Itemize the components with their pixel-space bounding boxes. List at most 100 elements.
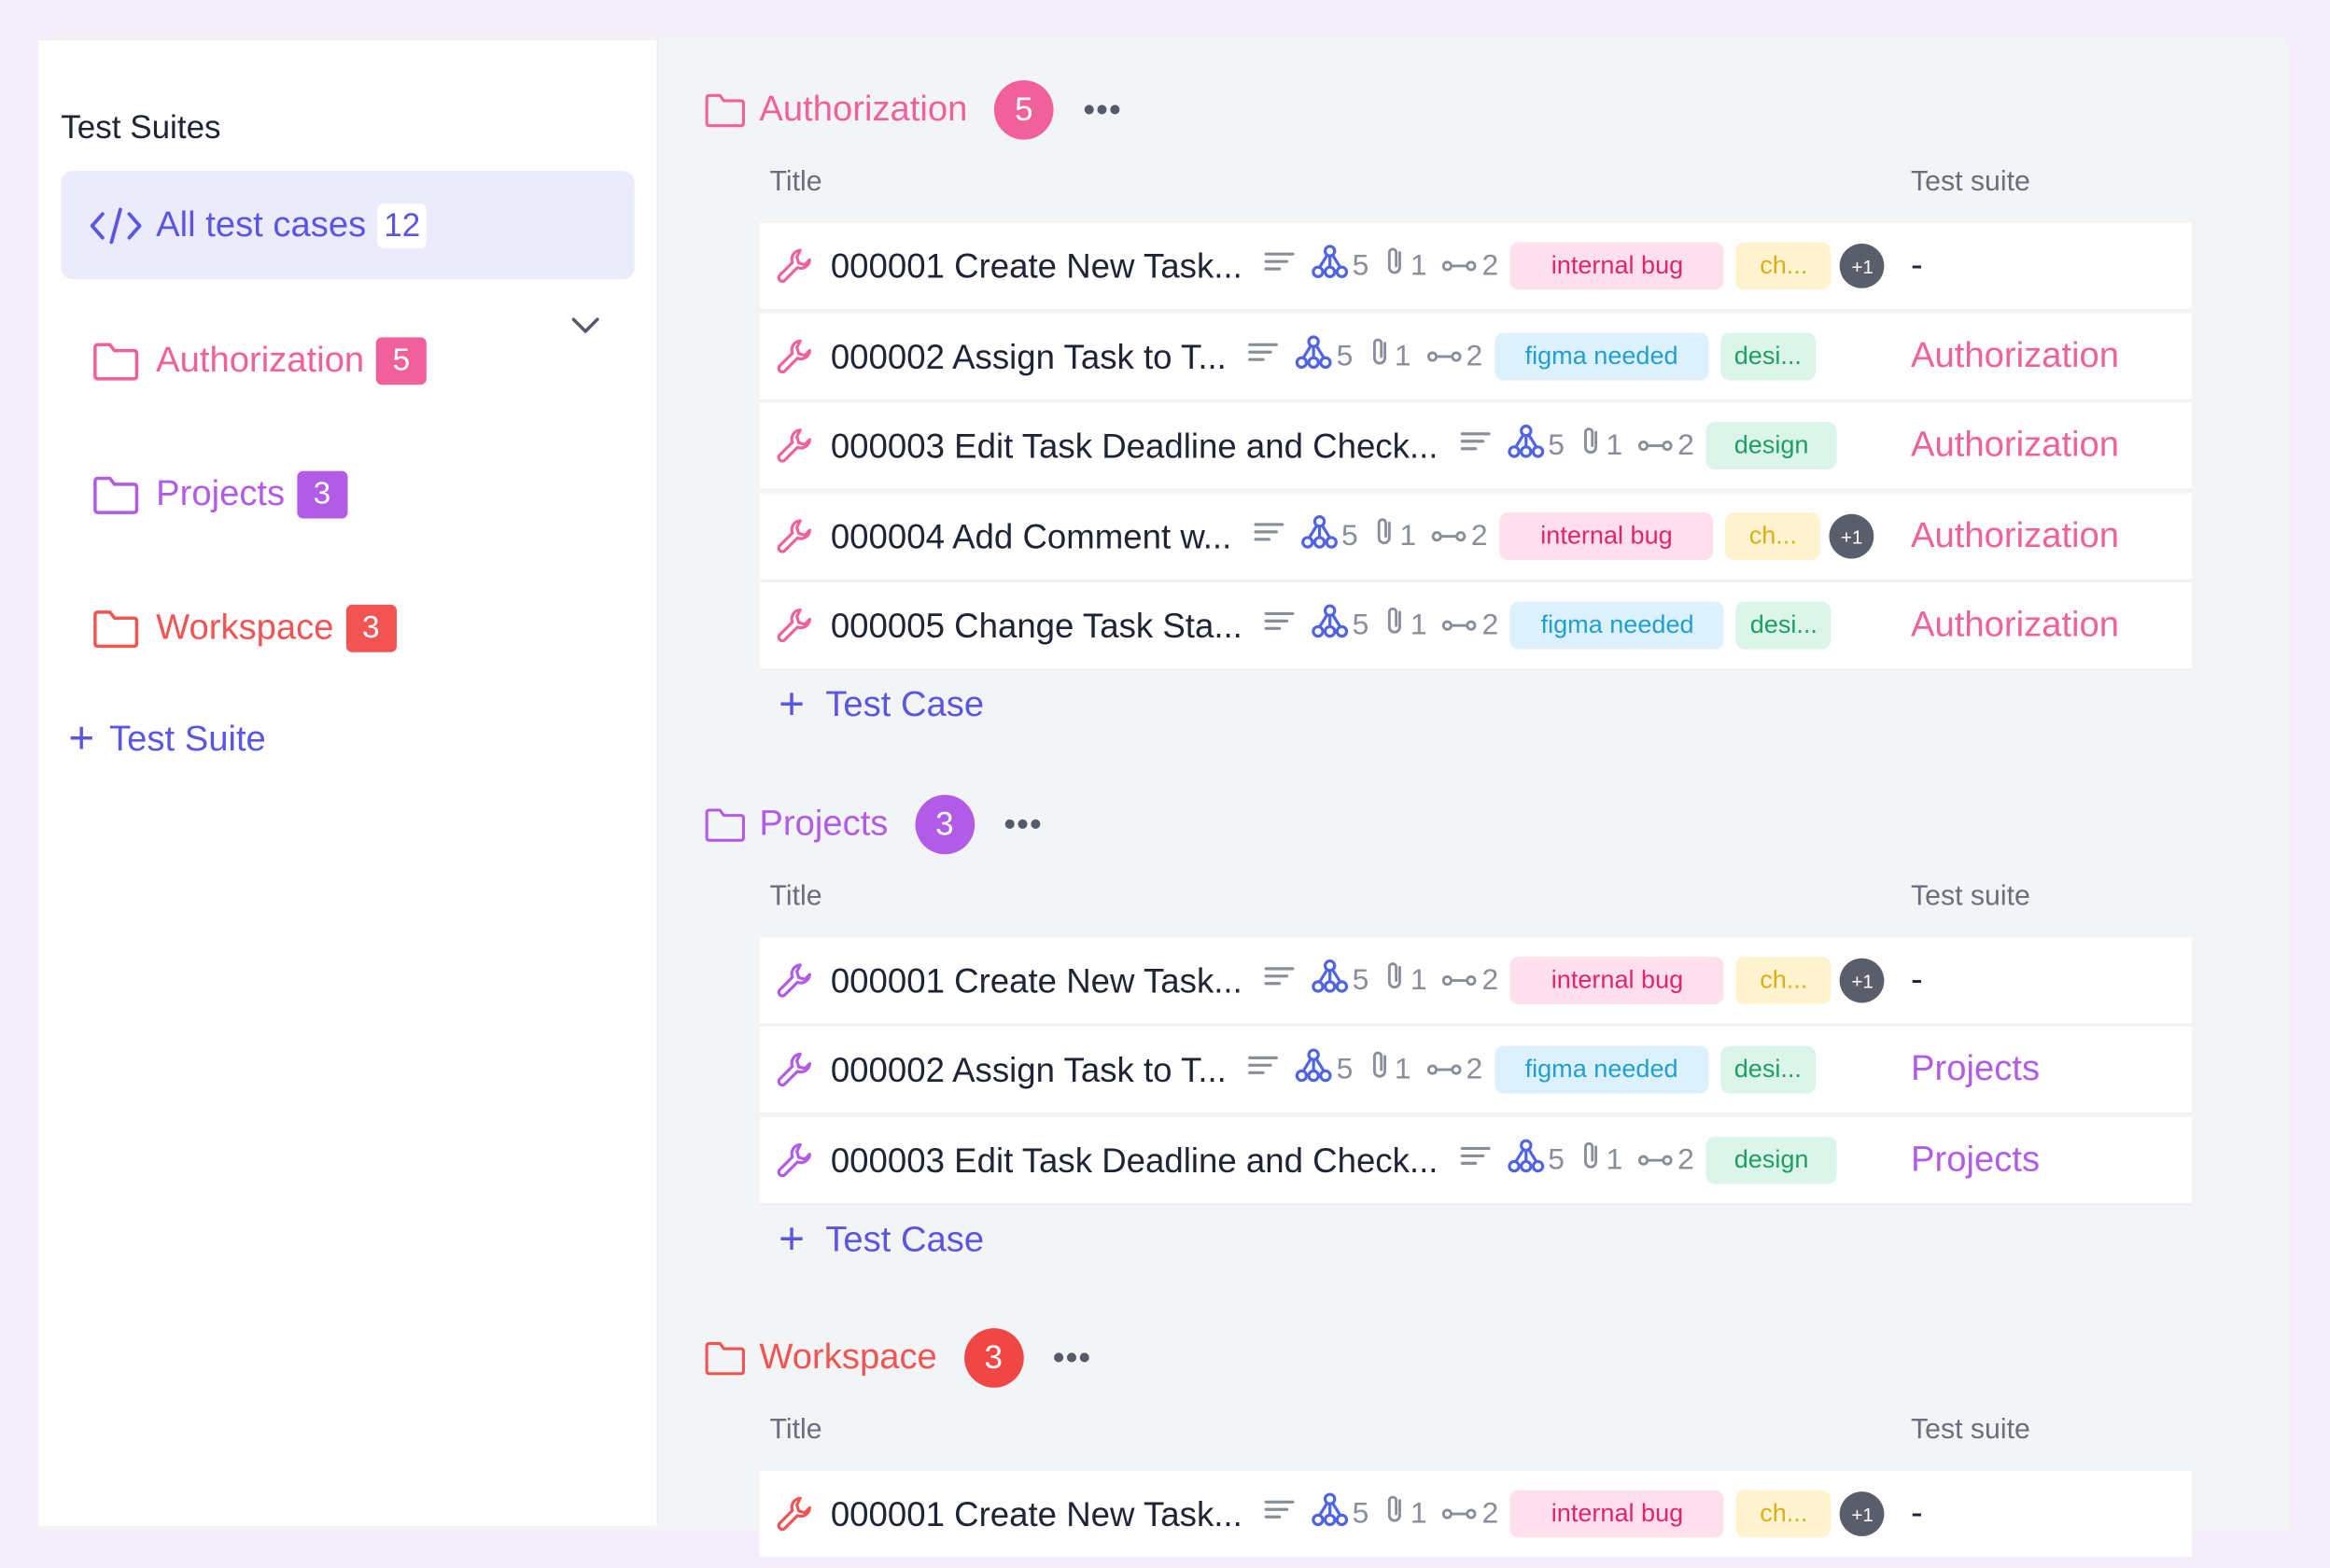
tag[interactable]: internal bug <box>1509 957 1725 1005</box>
table-header: Title Test suite <box>770 1414 2199 1459</box>
more-dots-icon[interactable]: ••• <box>1053 1338 1092 1377</box>
description-lines-icon <box>1263 1496 1296 1532</box>
table-row[interactable]: 000003 Edit Task Deadline and Check... 5 1… <box>759 1117 2192 1205</box>
paperclip-icon <box>1383 245 1407 287</box>
links-count: 2 <box>1481 963 1499 997</box>
hierarchy-icon <box>1311 244 1349 288</box>
plus-icon: + <box>68 714 95 764</box>
tag[interactable]: ch... <box>1735 957 1832 1005</box>
tag[interactable]: desi... <box>1719 332 1816 381</box>
more-tags-badge[interactable]: +1 <box>1840 1491 1886 1536</box>
tag[interactable]: figma needed <box>1494 332 1709 381</box>
sidebar-item-projects[interactable]: Projects 3 <box>91 465 348 525</box>
steps-count: 5 <box>1352 1496 1369 1530</box>
table-header: Title Test suite <box>770 881 2199 926</box>
test-case-title[interactable]: 000001 Create New Task... <box>831 1494 1242 1534</box>
tag[interactable]: internal bug <box>1499 512 1714 561</box>
table-row[interactable]: 000001 Create New Task... 5 1 2 internal bug… <box>759 937 2192 1026</box>
tag[interactable]: ch... <box>1735 242 1832 290</box>
code-icon <box>90 206 142 244</box>
folder-icon <box>91 608 141 650</box>
test-case-title[interactable]: 000001 Create New Task... <box>831 245 1242 286</box>
links-count: 2 <box>1677 1142 1694 1176</box>
test-case-title[interactable]: 000001 Create New Task... <box>831 960 1242 1001</box>
table-row[interactable]: 000002 Assign Task to T... 5 1 2 figma neede… <box>759 313 2192 401</box>
section-header-authorization: Authorization 5 ••• <box>703 77 1122 143</box>
section-title[interactable]: Projects <box>759 804 888 846</box>
sidebar-item-workspace[interactable]: Workspace 3 <box>91 598 397 658</box>
tag[interactable]: ch... <box>1735 1490 1832 1538</box>
more-tags-badge[interactable]: +1 <box>1829 513 1874 559</box>
description-lines-icon <box>1263 608 1296 643</box>
test-case-title[interactable]: 000002 Assign Task to T... <box>831 337 1227 377</box>
links-count: 2 <box>1481 1496 1499 1530</box>
tag[interactable]: desi... <box>1719 1045 1816 1094</box>
folder-icon <box>703 91 748 129</box>
folder-icon <box>91 474 141 516</box>
wrench-icon <box>774 515 816 557</box>
hierarchy-icon <box>1507 1138 1545 1183</box>
tag[interactable]: figma needed <box>1494 1045 1709 1094</box>
table-row[interactable]: 000005 Change Task Sta... 5 1 2 figma needed… <box>759 581 2192 670</box>
column-title: Title <box>769 166 822 198</box>
add-test-case-button[interactable]: + Test Case <box>779 1215 984 1265</box>
sidebar-item-count: 3 <box>345 604 397 652</box>
test-case-title[interactable]: 000003 Edit Task Deadline and Check... <box>831 1141 1439 1181</box>
paperclip-icon <box>1579 1140 1603 1182</box>
attachments-count: 1 <box>1410 248 1427 282</box>
folder-icon <box>703 1338 748 1377</box>
table-row[interactable]: 000001 Create New Task... 5 1 2 internal bug… <box>759 1470 2192 1559</box>
tag[interactable]: internal bug <box>1509 242 1725 290</box>
row-test-suite: Authorization <box>1911 425 2120 466</box>
test-case-title[interactable]: 000002 Assign Task to T... <box>831 1050 1227 1090</box>
column-test-suite: Test suite <box>1911 166 2030 198</box>
links-count: 2 <box>1470 519 1488 553</box>
tag[interactable]: internal bug <box>1509 1490 1725 1538</box>
section-title[interactable]: Authorization <box>759 90 967 132</box>
table-row[interactable]: 000001 Create New Task... 5 1 2 internal bug… <box>759 222 2192 311</box>
tag[interactable]: ch... <box>1725 512 1821 561</box>
more-dots-icon[interactable]: ••• <box>1004 805 1044 844</box>
test-case-title[interactable]: 000003 Edit Task Deadline and Check... <box>831 426 1439 466</box>
steps-count: 5 <box>1352 608 1369 641</box>
paperclip-icon <box>1383 959 1407 1001</box>
sidebar-item-count: 3 <box>296 470 348 519</box>
attachments-count: 1 <box>1394 1052 1411 1085</box>
attachments-count: 1 <box>1410 1496 1427 1530</box>
links-count: 2 <box>1481 248 1499 282</box>
more-tags-badge[interactable]: +1 <box>1840 244 1886 288</box>
steps-count: 5 <box>1341 519 1358 553</box>
more-dots-icon[interactable]: ••• <box>1084 91 1123 129</box>
description-lines-icon <box>1247 1052 1280 1087</box>
steps-count: 5 <box>1336 339 1354 372</box>
all-test-cases-item[interactable]: All test cases 12 <box>61 171 635 280</box>
more-tags-badge[interactable]: +1 <box>1840 958 1886 1003</box>
test-case-title[interactable]: 000005 Change Task Sta... <box>831 606 1242 646</box>
tag[interactable]: figma needed <box>1509 601 1725 650</box>
sidebar-item-authorization[interactable]: Authorization 5 <box>91 331 427 391</box>
paperclip-icon <box>1368 336 1391 378</box>
row-test-suite: Authorization <box>1911 604 2120 645</box>
section-count-badge: 3 <box>963 1328 1024 1388</box>
table-row[interactable]: 000004 Add Comment w... 5 1 2 internal bug ch… <box>759 493 2192 581</box>
section-title[interactable]: Workspace <box>759 1337 936 1379</box>
test-case-title[interactable]: 000004 Add Comment w... <box>831 516 1231 556</box>
tag[interactable]: design <box>1705 422 1837 470</box>
test-case-meta: 5 1 2 <box>1253 514 1488 559</box>
wrench-icon <box>774 425 816 467</box>
section-count-badge: 5 <box>994 79 1054 140</box>
attachments-count: 1 <box>1399 519 1417 553</box>
table-row[interactable]: 000003 Edit Task Deadline and Check... 5 1… <box>759 402 2192 491</box>
test-case-meta: 5 1 2 <box>1263 603 1498 648</box>
paperclip-icon <box>1579 425 1603 467</box>
add-test-case-button[interactable]: + Test Case <box>779 680 984 730</box>
plus-icon: + <box>779 1215 806 1265</box>
chevron-down-icon[interactable] <box>568 308 603 343</box>
add-test-suite-button[interactable]: + Test Suite <box>68 714 266 764</box>
all-test-cases-label: All test cases <box>156 203 367 245</box>
table-row[interactable]: 000002 Assign Task to T... 5 1 2 figma neede… <box>759 1026 2192 1114</box>
tag[interactable]: desi... <box>1735 601 1832 650</box>
tag[interactable]: design <box>1705 1136 1837 1184</box>
plus-icon: + <box>779 680 806 730</box>
wrench-icon <box>774 245 816 287</box>
